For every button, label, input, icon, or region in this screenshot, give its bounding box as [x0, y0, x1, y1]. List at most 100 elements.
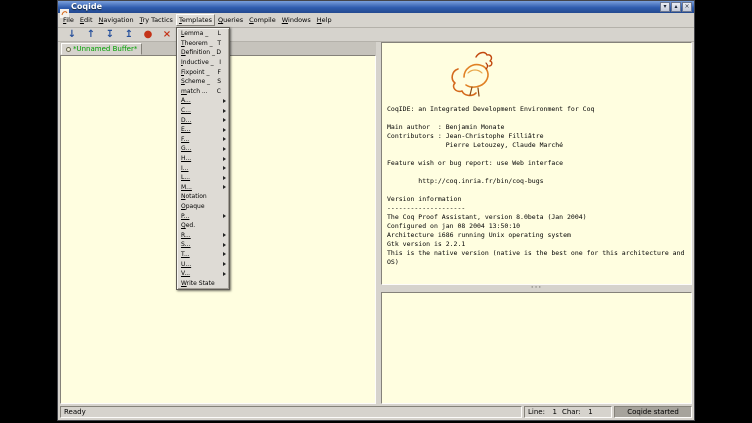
templates-menu-item[interactable]: T...: [178, 250, 228, 260]
message-panel[interactable]: [381, 292, 692, 404]
submenu-arrow-icon: [223, 137, 226, 141]
go-to-cursor-icon[interactable]: ↧: [104, 29, 116, 41]
output-line: Pierre Letouzey, Claude Marché: [387, 141, 691, 150]
templates-menu-item[interactable]: R...: [178, 230, 228, 240]
tab-unnamed-buffer[interactable]: *Unnamed Buffer*: [61, 43, 142, 55]
menu-try-tactics[interactable]: Try Tactics: [137, 14, 176, 26]
templates-menu-item[interactable]: Qed.: [178, 221, 228, 231]
line-label: Line:: [528, 408, 545, 416]
coq-rooster-logo: [446, 47, 502, 99]
output-line: --------------------: [387, 204, 691, 213]
templates-menu-item[interactable]: match ... C: [178, 87, 228, 97]
templates-menu: Lemma _ L Theorem _ T Definition _ D: [176, 27, 230, 290]
main-area: *Unnamed Buffer*: [58, 42, 694, 404]
shortcut-key: L: [218, 30, 221, 37]
templates-menu-item[interactable]: Notation: [178, 192, 228, 202]
line-value: 1: [545, 408, 557, 416]
menu-queries[interactable]: Queries: [215, 14, 246, 26]
templates-menu-item[interactable]: Opaque: [178, 202, 228, 212]
shortcut-key: D: [216, 49, 221, 56]
output-line: [387, 114, 691, 123]
menu-templates[interactable]: Templates: [176, 14, 215, 26]
shortcut-key: S: [217, 78, 221, 85]
templates-menu-item[interactable]: V...: [178, 269, 228, 279]
menu-compile[interactable]: Compile: [246, 14, 279, 26]
templates-menu-item[interactable]: G...: [178, 144, 228, 154]
submenu-arrow-icon: [223, 147, 226, 151]
templates-menu-item[interactable]: Definition _ D: [178, 48, 228, 58]
output-line: Main author : Benjamin Monate: [387, 123, 691, 132]
templates-menu-item[interactable]: D...: [178, 115, 228, 125]
welcome-text: CoqIDE: an Integrated Development Enviro…: [382, 105, 691, 267]
stop-icon[interactable]: ×: [161, 29, 173, 41]
templates-menu-item[interactable]: Inductive _ I: [178, 58, 228, 68]
maximize-button[interactable]: ▴: [671, 2, 681, 12]
templates-menu-item[interactable]: S...: [178, 240, 228, 250]
templates-menu-item[interactable]: Scheme _ S: [178, 77, 228, 87]
templates-menu-item[interactable]: Write State: [178, 278, 228, 288]
shortcut-key: I: [219, 59, 221, 66]
status-text: Ready: [60, 406, 522, 418]
horizontal-splitter[interactable]: ···: [381, 285, 692, 292]
menu-navigation[interactable]: Navigation: [96, 14, 137, 26]
minimize-button[interactable]: ▾: [660, 2, 670, 12]
submenu-arrow-icon: [223, 214, 226, 218]
go-to-start-icon[interactable]: ↥: [123, 29, 135, 41]
output-line: Architecture i686 running Unix operating…: [387, 231, 691, 240]
status-message: Coqide started: [614, 406, 692, 418]
char-label: Char:: [562, 408, 581, 416]
right-pane: CoqIDE: an Integrated Development Enviro…: [381, 42, 692, 404]
output-line: OS): [387, 258, 691, 267]
templates-menu-item[interactable]: Theorem _ T: [178, 39, 228, 49]
templates-menu-item[interactable]: M...: [178, 183, 228, 193]
templates-menu-item[interactable]: Lemma _ L: [178, 29, 228, 39]
close-button[interactable]: ×: [682, 2, 692, 12]
line-char-indicator: Line: 1 Char: 1: [524, 406, 612, 418]
window-title: Coqide: [71, 1, 102, 13]
templates-menu-item[interactable]: I...: [178, 163, 228, 173]
submenu-arrow-icon: [223, 252, 226, 256]
templates-menu-item[interactable]: A...: [178, 96, 228, 106]
splitter-grip-icon: ···: [531, 285, 543, 292]
submenu-arrow-icon: [223, 128, 226, 132]
buffer-status-icon: [66, 47, 71, 52]
output-line: [387, 186, 691, 195]
shortcut-key: T: [217, 40, 221, 47]
submenu-arrow-icon: [223, 176, 226, 180]
templates-menu-item[interactable]: L...: [178, 173, 228, 183]
tab-label: *Unnamed Buffer*: [73, 45, 137, 53]
templates-menu-item[interactable]: F...: [178, 135, 228, 145]
titlebar[interactable]: Coqide ▾ ▴ ×: [58, 1, 694, 13]
submenu-arrow-icon: [223, 99, 226, 103]
templates-menu-item[interactable]: U...: [178, 259, 228, 269]
statusbar: Ready Line: 1 Char: 1 Coqide started: [58, 404, 694, 420]
output-line: [387, 168, 691, 177]
output-line: Contributors : Jean-Christophe Filliâtre: [387, 132, 691, 141]
submenu-arrow-icon: [223, 166, 226, 170]
output-line: http://coq.inria.fr/bin/coq-bugs: [387, 177, 691, 186]
submenu-arrow-icon: [223, 262, 226, 266]
templates-menu-item[interactable]: H...: [178, 154, 228, 164]
interrupt-icon[interactable]: ●: [142, 29, 154, 41]
menu-edit[interactable]: Edit: [77, 14, 96, 26]
toolbar: ↓ ↑ ↧ ↥ ● ×: [58, 28, 694, 42]
templates-menu-item[interactable]: E...: [178, 125, 228, 135]
submenu-arrow-icon: [223, 272, 226, 276]
menu-windows[interactable]: Windows: [279, 14, 314, 26]
menu-file[interactable]: File: [60, 14, 77, 26]
char-value: 1: [581, 408, 593, 416]
submenu-arrow-icon: [223, 185, 226, 189]
output-line: [387, 150, 691, 159]
goal-panel[interactable]: CoqIDE: an Integrated Development Enviro…: [381, 42, 692, 285]
submenu-arrow-icon: [223, 109, 226, 113]
output-line: This is the native version (native is th…: [387, 249, 691, 258]
output-line: Version information: [387, 195, 691, 204]
templates-menu-item[interactable]: Fixpoint _ F: [178, 67, 228, 77]
menu-help[interactable]: Help: [314, 14, 335, 26]
coqide-window: Coqide ▾ ▴ × File Edit Navigation Try Ta…: [57, 0, 695, 421]
templates-menu-item[interactable]: P...: [178, 211, 228, 221]
output-line: Gtk version is 2.2.1: [387, 240, 691, 249]
templates-menu-item[interactable]: C...: [178, 106, 228, 116]
backward-icon[interactable]: ↑: [85, 29, 97, 41]
forward-icon[interactable]: ↓: [66, 29, 78, 41]
